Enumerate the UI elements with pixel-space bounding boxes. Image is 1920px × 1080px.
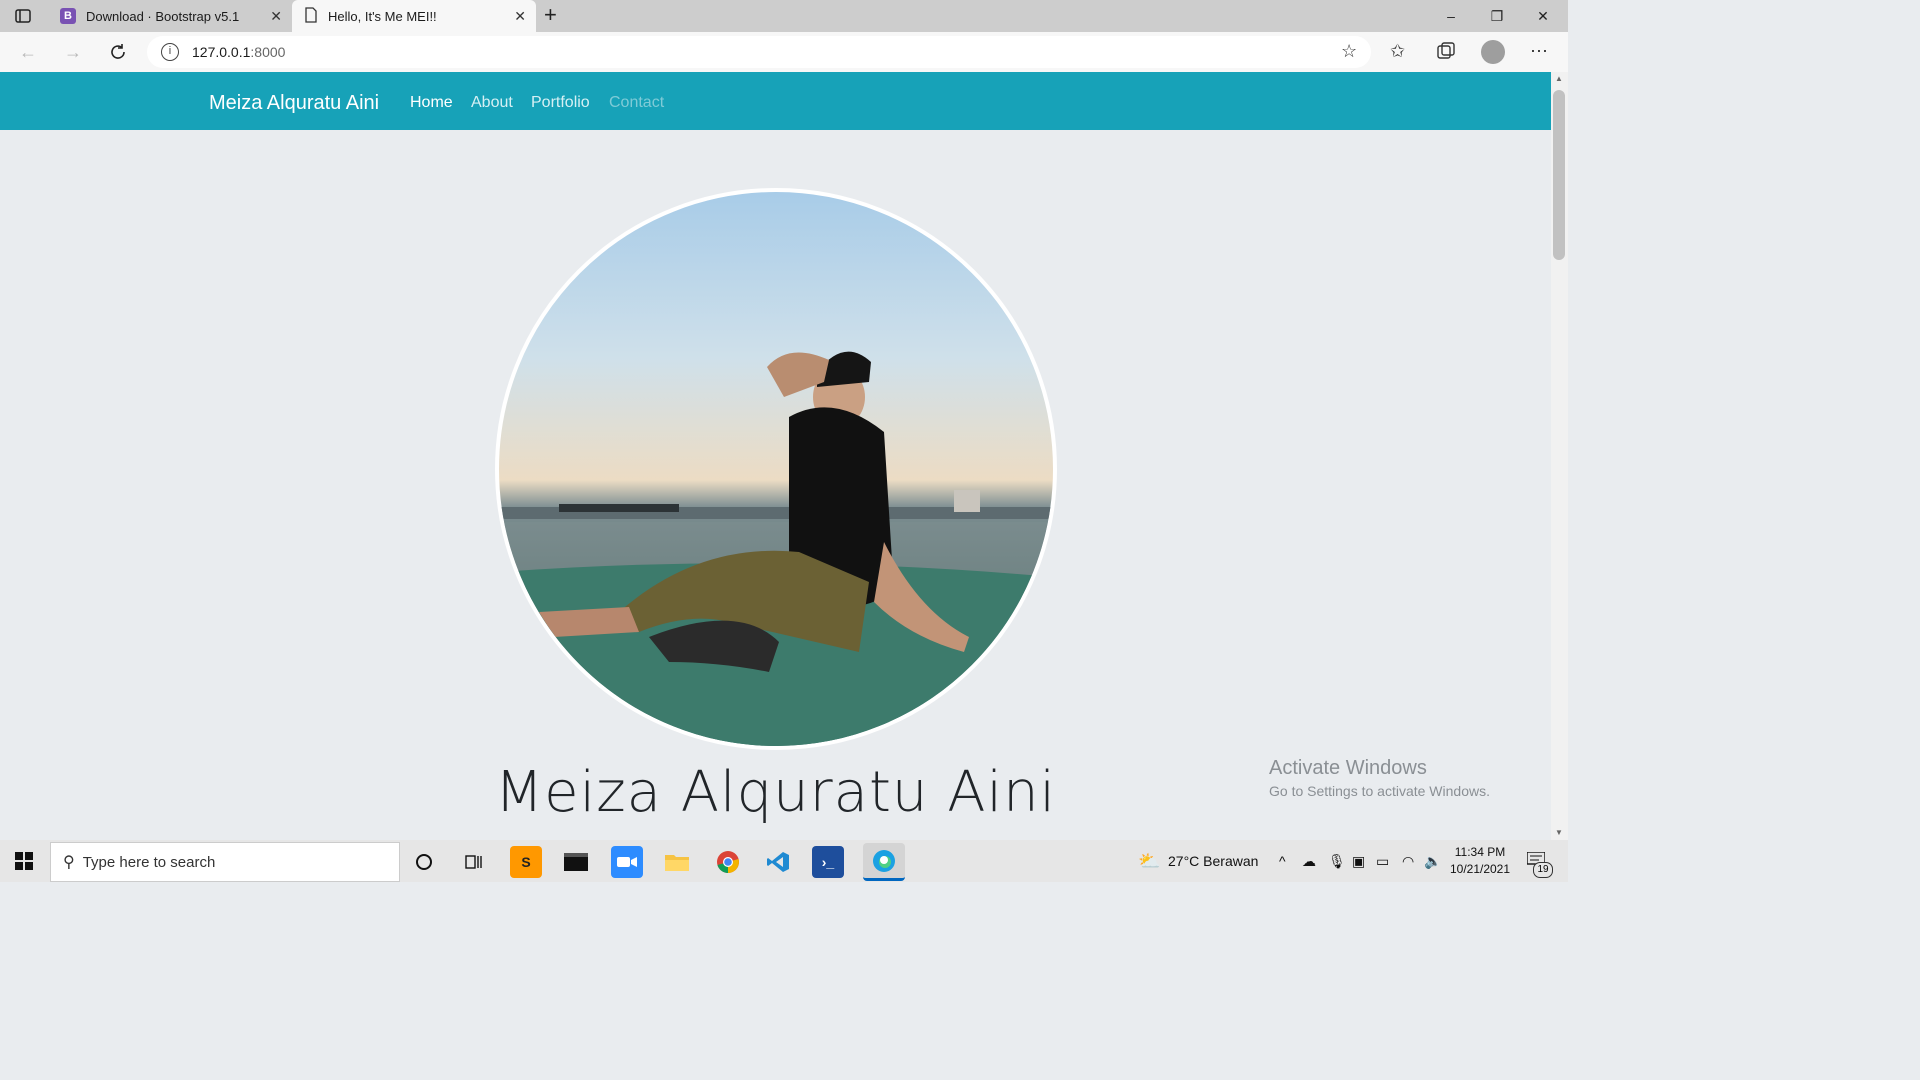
nav-about[interactable]: About [471,94,513,112]
clock-time: 11:34 PM [1454,845,1506,859]
weather-text[interactable]: 27°C Berawan [1168,853,1258,869]
tab-active-page[interactable]: Hello, It's Me MEI!! ✕ [292,0,536,32]
file-explorer-icon[interactable] [661,846,693,878]
activation-watermark-subtitle: Go to Settings to activate Windows. [1269,783,1490,799]
page-favicon-icon [304,6,318,26]
weather-icon[interactable]: ⛅ [1138,851,1160,872]
clock-date: 10/21/2021 [1449,862,1511,876]
cortana-icon[interactable] [408,846,440,878]
add-favorite-icon[interactable]: ☆ [1341,41,1357,62]
favorites-icon[interactable]: ✩ [1390,41,1405,62]
restore-button[interactable]: ❐ [1474,0,1520,32]
clock[interactable]: 11:34 PM 10/21/2021 [1449,845,1511,876]
minimize-button[interactable]: – [1428,0,1474,32]
profile-photo [495,188,1057,750]
scrollbar-thumb[interactable] [1553,90,1565,260]
scroll-down-icon[interactable]: ▼ [1555,828,1563,837]
vscode-icon[interactable] [762,846,794,878]
notifications-badge: 19 [1533,862,1553,878]
tab-actions-icon[interactable] [12,6,34,26]
nav-contact[interactable]: Contact [609,94,664,112]
profile-avatar-icon[interactable] [1481,40,1505,64]
back-button[interactable]: ← [14,38,42,66]
reload-button[interactable] [104,38,132,66]
tab-bootstrap[interactable]: B Download · Bootstrap v5.1 ✕ [48,0,292,32]
edge-icon[interactable] [863,843,905,881]
windows-start-icon[interactable] [15,852,33,875]
navbar-brand[interactable]: Meiza Alquratu Aini [209,92,379,115]
profile-photo-illustration [499,351,1053,746]
taskbar-search[interactable]: ⚲ Type here to search [50,842,400,882]
zoom-icon[interactable] [611,846,643,878]
collections-icon[interactable] [1437,42,1455,65]
nav-portfolio[interactable]: Portfolio [531,94,590,112]
battery-icon[interactable]: ▭ [1376,853,1389,870]
activation-watermark-title: Activate Windows [1269,757,1427,779]
tab-title: Hello, It's Me MEI!! [328,8,437,24]
security-icon[interactable]: ▣ [1352,853,1365,870]
close-window-button[interactable]: ✕ [1520,0,1566,32]
more-menu-icon[interactable]: ··· [1530,40,1548,61]
site-info-icon[interactable]: i [161,43,179,61]
show-hidden-icons-icon[interactable]: ^ [1279,853,1286,869]
search-placeholder: Type here to search [82,853,216,871]
microphone-icon[interactable]: 🎙 [1328,853,1346,870]
forward-button[interactable]: → [59,38,87,66]
sublime-text-icon[interactable]: S [510,846,542,878]
address-bar[interactable] [147,36,1371,68]
close-tab-icon[interactable]: ✕ [514,8,526,24]
nav-home[interactable]: Home [410,94,453,112]
wifi-icon[interactable]: ◠ [1402,853,1414,870]
url-text[interactable]: 127.0.0.1:8000 [192,44,285,60]
volume-icon[interactable]: 🔈 [1424,853,1441,870]
new-tab-button[interactable]: + [544,2,557,28]
chrome-icon[interactable] [712,846,744,878]
tab-title: Download · Bootstrap v5.1 [86,8,240,24]
terminal-icon[interactable] [560,846,592,878]
powershell-icon[interactable]: ›_ [812,846,844,878]
onedrive-icon[interactable]: ☁ [1302,853,1316,870]
close-tab-icon[interactable]: ✕ [270,8,282,24]
scroll-up-icon[interactable]: ▲ [1555,74,1563,83]
bootstrap-favicon-icon: B [60,8,76,24]
search-icon: ⚲ [63,854,75,871]
task-view-icon[interactable] [458,846,490,878]
